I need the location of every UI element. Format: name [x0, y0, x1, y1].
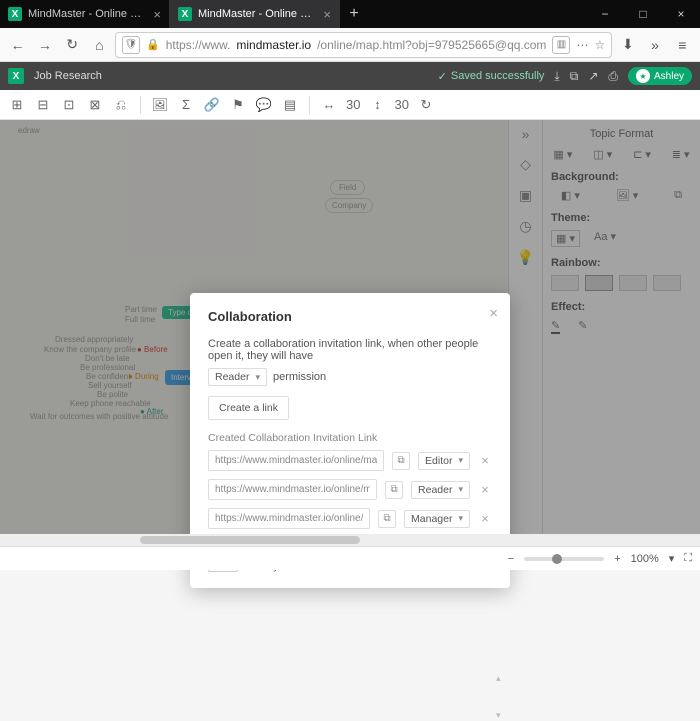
tool-width-value: 30	[346, 97, 360, 112]
horizontal-scrollbar[interactable]	[0, 534, 700, 546]
appbar-action-icon[interactable]: ↗	[588, 69, 598, 84]
copy-link-button[interactable]: ⧉	[378, 510, 396, 528]
app-bar: X Job Research ✓ Saved successfully ⤓ ⧉ …	[0, 62, 700, 90]
remove-link-button[interactable]: ×	[478, 482, 492, 497]
lock-icon: 🔒	[146, 38, 160, 51]
permission-dropdown[interactable]: Reader	[208, 368, 267, 386]
modal-close-button[interactable]: ×	[489, 305, 498, 322]
zoom-dropdown-icon[interactable]: ▾	[669, 552, 675, 565]
create-link-button[interactable]: Create a link	[208, 396, 289, 420]
browser-tab[interactable]: X MindMaster - Online Mind M ×	[0, 0, 170, 28]
modal-title: Collaboration	[208, 309, 492, 324]
modal-scrollbar[interactable]: ▴▾	[496, 673, 506, 721]
appbar-action-icon[interactable]: ⤓	[554, 69, 559, 84]
links-section-label: Created Collaboration Invitation Link	[208, 432, 492, 444]
window-controls: − □ ×	[586, 0, 700, 28]
status-bar: − + 100% ▾ ⛶	[0, 546, 700, 570]
url-path: /online/map.html?obj=979525665@qq.com	[317, 38, 546, 52]
editor-toolbar: ⊞ ⊟ ⊡ ⊠ ⎌ 🖼 Σ 🔗 ⚑ 💬 ▤ ↔ 30 ↕ 30 ↻	[0, 90, 700, 120]
tool-icon[interactable]: ⊞	[8, 96, 26, 114]
user-name: Ashley	[654, 71, 684, 82]
zoom-in-button[interactable]: +	[614, 553, 620, 565]
window-close-button[interactable]: ×	[662, 0, 700, 28]
browser-titlebar: X MindMaster - Online Mind M × X MindMas…	[0, 0, 700, 28]
more-icon[interactable]: ⋯	[576, 38, 588, 52]
nav-reload-button[interactable]: ↻	[61, 32, 84, 58]
window-maximize-button[interactable]: □	[624, 0, 662, 28]
url-host: mindmaster.io	[236, 38, 311, 52]
invite-link-input[interactable]	[208, 450, 384, 471]
check-icon: ✓	[438, 70, 447, 83]
tool-icon[interactable]: ⊟	[34, 96, 52, 114]
link-role-dropdown[interactable]: Manager	[404, 510, 470, 528]
window-minimize-button[interactable]: −	[586, 0, 624, 28]
bookmark-icon[interactable]: ☆	[594, 38, 605, 52]
nav-downloads-button[interactable]: ⬇	[616, 32, 639, 58]
nav-menu-button[interactable]: ≡	[671, 32, 694, 58]
favicon-icon: X	[178, 7, 192, 21]
remove-link-button[interactable]: ×	[478, 453, 492, 468]
copy-link-button[interactable]: ⧉	[385, 481, 403, 499]
appbar-action-icon[interactable]: ⎙	[608, 69, 618, 84]
avatar-icon: ★	[636, 69, 650, 83]
browser-navbar: ← → ↻ ⌂ 🛡 🔒 https://www. mindmaster.io/on…	[0, 28, 700, 62]
appbar-action-icon[interactable]: ⧉	[570, 69, 579, 84]
invite-link-row: ⧉ Editor ×	[208, 450, 492, 471]
user-badge[interactable]: ★ Ashley	[628, 67, 692, 85]
tab-close-icon[interactable]: ×	[323, 7, 331, 22]
zoom-value: 100%	[631, 553, 659, 565]
appbar-actions: ⤓ ⧉ ↗ ⎙	[554, 69, 618, 84]
zoom-out-button[interactable]: −	[508, 553, 514, 565]
nav-back-button[interactable]: ←	[6, 32, 29, 58]
invite-link-input[interactable]	[208, 479, 377, 500]
tool-tag-icon[interactable]: ⚑	[229, 96, 247, 114]
document-title: Job Research	[34, 70, 102, 82]
save-status: ✓ Saved successfully	[438, 70, 545, 83]
save-status-label: Saved successfully	[451, 70, 545, 82]
tool-height-value: 30	[394, 97, 408, 112]
nav-forward-button[interactable]: →	[33, 32, 56, 58]
url-bar[interactable]: 🛡 🔒 https://www. mindmaster.io/online/map…	[115, 32, 612, 58]
tool-image-icon[interactable]: 🖼	[151, 96, 169, 114]
url-prefix: https://www.	[166, 38, 231, 52]
tool-formula-icon[interactable]: Σ	[177, 96, 195, 114]
tool-table-icon[interactable]: ▤	[281, 96, 299, 114]
tool-width-icon[interactable]: ↔	[320, 96, 338, 114]
main-area: edraw Field Company Part time Full time …	[0, 120, 700, 546]
shield-icon: 🛡	[122, 36, 140, 54]
tool-height-icon[interactable]: ↕	[368, 96, 386, 114]
zoom-slider[interactable]	[524, 557, 604, 561]
tool-icon[interactable]: ⊠	[86, 96, 104, 114]
remove-link-button[interactable]: ×	[478, 511, 492, 526]
app-logo-icon: X	[8, 68, 24, 84]
modal-instruction: Create a collaboration invitation link, …	[208, 338, 492, 362]
favicon-icon: X	[8, 7, 22, 21]
invite-link-input[interactable]	[208, 508, 370, 529]
tool-comment-icon[interactable]: 💬	[255, 96, 273, 114]
invite-link-row: ⧉ Reader ×	[208, 479, 492, 500]
link-role-dropdown[interactable]: Editor	[418, 452, 470, 470]
tool-link-icon[interactable]: 🔗	[203, 96, 221, 114]
nav-home-button[interactable]: ⌂	[88, 32, 111, 58]
fullscreen-button[interactable]: ⛶	[684, 552, 692, 565]
tool-icon[interactable]: ⊡	[60, 96, 78, 114]
tab-close-icon[interactable]: ×	[153, 7, 161, 22]
tab-title: MindMaster - Online Mind M	[28, 8, 147, 20]
tool-icon[interactable]: ⎌	[112, 96, 130, 114]
permission-suffix: permission	[273, 371, 326, 383]
tab-title: MindMaster - Online Mind M	[198, 8, 317, 20]
new-tab-button[interactable]: +	[340, 0, 368, 28]
copy-link-button[interactable]: ⧉	[392, 452, 410, 470]
browser-tab-active[interactable]: X MindMaster - Online Mind M ×	[170, 0, 340, 28]
page-action-icon[interactable]: ▥	[552, 36, 570, 54]
invite-link-row: ⧉ Manager ×	[208, 508, 492, 529]
tool-refresh-icon[interactable]: ↻	[417, 96, 435, 114]
nav-overflow-button[interactable]: »	[643, 32, 666, 58]
link-role-dropdown[interactable]: Reader	[411, 481, 470, 499]
